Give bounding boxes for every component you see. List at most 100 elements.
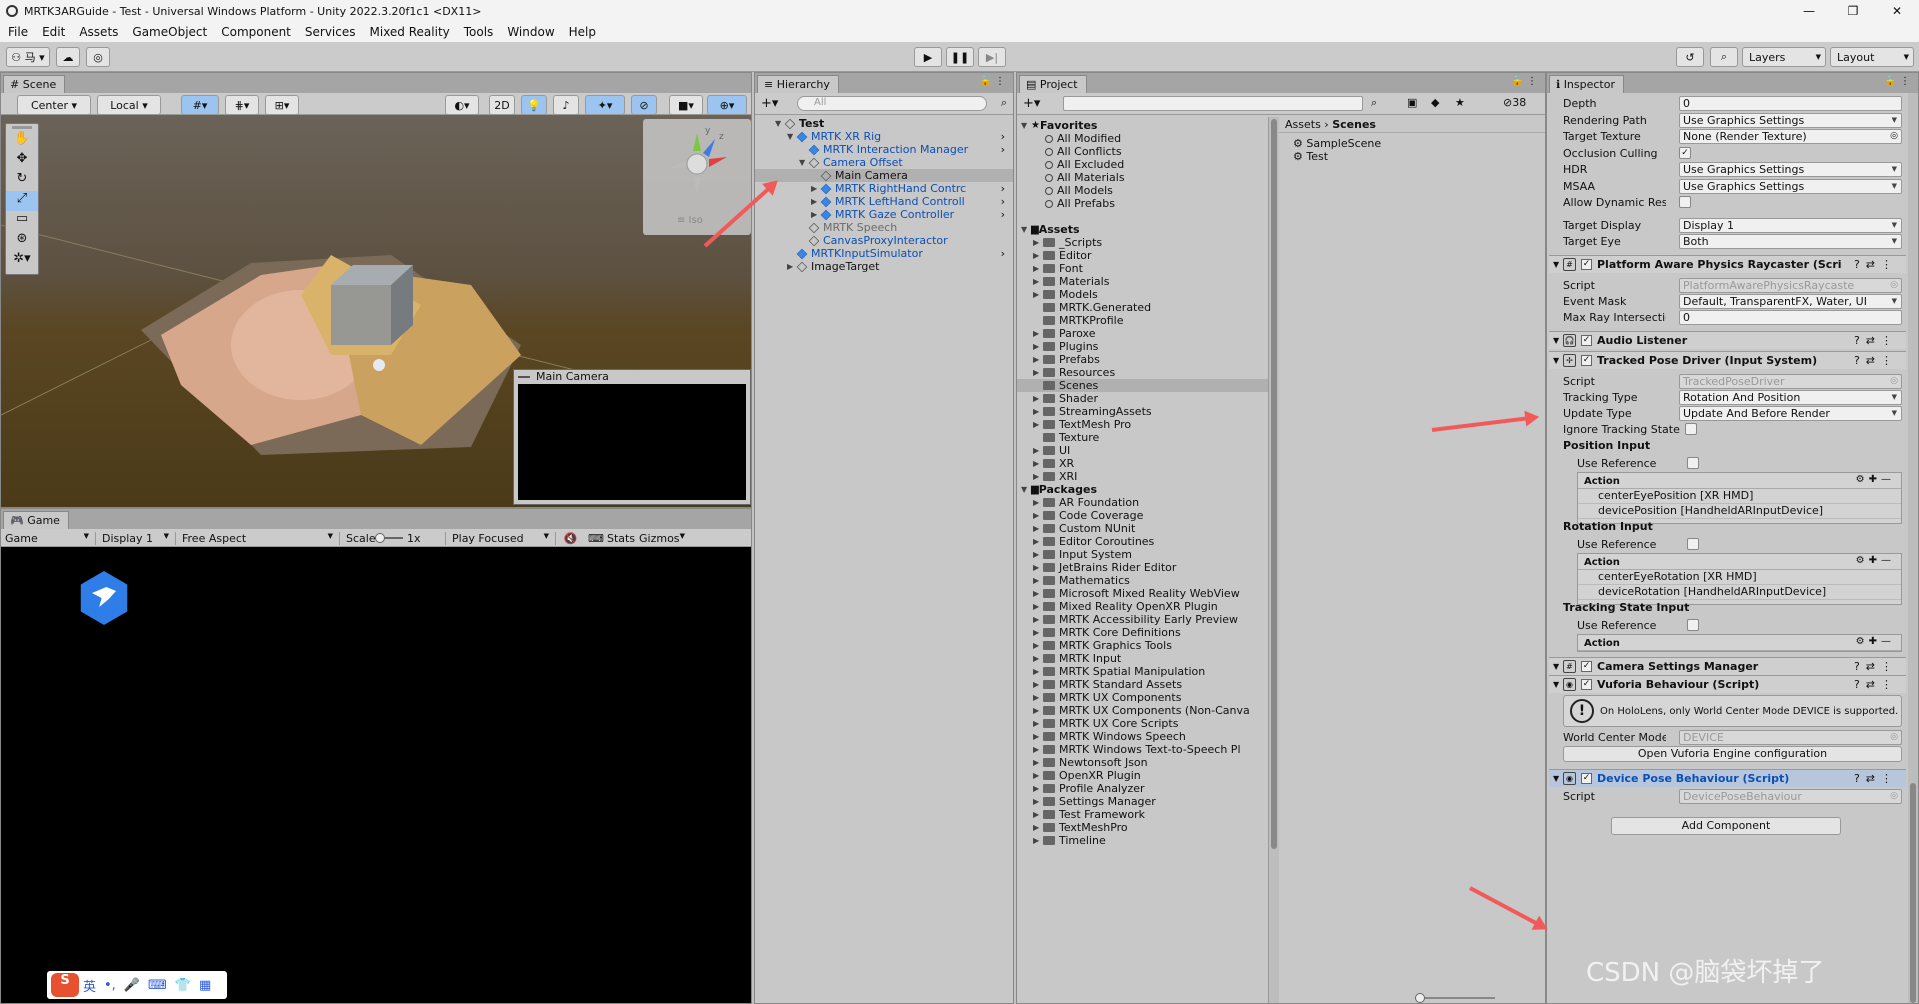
- update-type-dropdown[interactable]: Update And Before Render: [1679, 405, 1902, 421]
- expand-arrow-icon[interactable]: ▶: [1033, 355, 1043, 364]
- expand-arrow-icon[interactable]: ▶: [1033, 394, 1043, 403]
- binding-item[interactable]: devicePosition [HandheldARInputDevice]: [1578, 504, 1901, 519]
- microphone-icon[interactable]: 🎤: [124, 978, 140, 993]
- world-center-mode-field[interactable]: DEVICE ◎: [1679, 729, 1902, 745]
- hierarchy-item[interactable]: MRTK Speech: [755, 221, 1013, 234]
- package-item[interactable]: ▶ MRTK Standard Assets: [1017, 678, 1268, 691]
- scale-tool-icon[interactable]: ⤢: [6, 191, 38, 211]
- icon-size-slider[interactable]: [1415, 993, 1495, 1003]
- menu-window[interactable]: Window: [507, 25, 554, 39]
- favorite-item[interactable]: All Modified: [1017, 132, 1268, 145]
- object-picker-icon[interactable]: ◎: [1890, 280, 1898, 290]
- hierarchy-item[interactable]: ▶ MRTK Gaze Controller ›: [755, 208, 1013, 221]
- folder-item[interactable]: ▶ Paroxe: [1017, 327, 1268, 340]
- package-item[interactable]: ▶ MRTK UX Components: [1017, 691, 1268, 704]
- tracked-pose-driver-enabled-checkbox[interactable]: ✓: [1581, 355, 1592, 366]
- component-menu-icon[interactable]: ?⇄⋮: [1854, 678, 1898, 691]
- folder-item[interactable]: ▶ TextMesh Pro: [1017, 418, 1268, 431]
- tab-game[interactable]: 🎮 Game: [3, 511, 69, 529]
- breadcrumb-assets[interactable]: Assets: [1285, 118, 1321, 131]
- skin-icon[interactable]: 👕: [175, 978, 191, 993]
- expand-arrow-icon[interactable]: ▶: [1033, 810, 1043, 819]
- expand-arrow-icon[interactable]: ▶: [1033, 472, 1043, 481]
- foldout-arrow-icon[interactable]: ▼: [1553, 680, 1559, 689]
- folder-item[interactable]: ▶ XR: [1017, 457, 1268, 470]
- maximize-button[interactable]: ❐: [1831, 0, 1875, 22]
- vuforia-behaviour-enabled-checkbox[interactable]: ✓: [1581, 679, 1592, 690]
- folder-item[interactable]: MRTK.Generated: [1017, 301, 1268, 314]
- expand-arrow-icon[interactable]: ▶: [1033, 615, 1043, 624]
- camera-settings-manager-enabled-checkbox[interactable]: ✓: [1581, 661, 1592, 672]
- foldout-arrow-icon[interactable]: ▼: [1553, 356, 1559, 365]
- pause-button[interactable]: ❚❚: [946, 47, 974, 67]
- folder-item[interactable]: ▶ XRI: [1017, 470, 1268, 483]
- camera-depth-field[interactable]: 0: [1679, 95, 1902, 111]
- move-tool-icon[interactable]: ✥: [6, 151, 38, 171]
- expand-arrow-icon[interactable]: ▶: [1033, 797, 1043, 806]
- lock-icon[interactable]: 🔒 ⋮: [979, 76, 1005, 87]
- menu-services[interactable]: Services: [305, 25, 356, 39]
- history-icon[interactable]: ↺: [1676, 47, 1704, 67]
- package-item[interactable]: ▶ MRTK Core Definitions: [1017, 626, 1268, 639]
- scene-viewport[interactable]: ✋ ✥ ↻ ⤢ ▭ ⊛ ✲▾ y z ≡ Iso Main Camera: [1, 115, 751, 507]
- prefab-open-icon[interactable]: ›: [1001, 247, 1005, 260]
- prefab-open-icon[interactable]: ›: [1001, 143, 1005, 156]
- device-pose-behaviour-enabled-checkbox[interactable]: ✓: [1581, 773, 1592, 784]
- prefab-open-icon[interactable]: ›: [1001, 182, 1005, 195]
- expand-arrow-icon[interactable]: ▶: [1033, 537, 1043, 546]
- inspector-scrollbar[interactable]: [1908, 93, 1918, 1003]
- package-item[interactable]: ▶ Mathematics: [1017, 574, 1268, 587]
- ime-toolbar[interactable]: S 英 •, 🎤 ⌨ 👕 ▦: [47, 971, 227, 999]
- tracking-type-dropdown[interactable]: Rotation And Position: [1679, 389, 1902, 405]
- layers-dropdown[interactable]: Layers ▼: [1742, 47, 1826, 67]
- expand-arrow-icon[interactable]: ▶: [1033, 641, 1043, 650]
- expand-arrow-icon[interactable]: ▶: [1033, 706, 1043, 715]
- audio-listener-enabled-checkbox[interactable]: ✓: [1581, 335, 1592, 346]
- snap-increment-icon[interactable]: ⋕▾: [225, 95, 259, 115]
- foldout-arrow-icon[interactable]: ▼: [1553, 774, 1559, 783]
- collab-icon[interactable]: ◎: [86, 47, 110, 67]
- package-item[interactable]: ▶ MRTK UX Components (Non-Canva: [1017, 704, 1268, 717]
- expand-arrow-icon[interactable]: ▶: [1033, 277, 1043, 286]
- expand-arrow-icon[interactable]: ▶: [1033, 745, 1043, 754]
- expand-arrow-icon[interactable]: ▶: [1033, 576, 1043, 585]
- lock-icon[interactable]: 🔒 ⋮: [1884, 76, 1910, 87]
- custom-tool-icon[interactable]: ✲▾: [6, 251, 38, 271]
- prefab-open-icon[interactable]: ›: [1001, 208, 1005, 221]
- folder-item[interactable]: ▶ Resources: [1017, 366, 1268, 379]
- prefab-open-icon[interactable]: ›: [1001, 195, 1005, 208]
- grid-snap-icon[interactable]: #▾: [181, 95, 219, 115]
- hierarchy-item[interactable]: ▶ MRTK RightHand Contrc ›: [755, 182, 1013, 195]
- aspect-dropdown[interactable]: Free Aspect ▼: [175, 531, 339, 545]
- display-dropdown[interactable]: Display 1 ▼: [95, 531, 175, 545]
- gizmos-dropdown[interactable]: Gizmos ▼: [639, 532, 687, 545]
- event-mask-dropdown[interactable]: Default, TransparentFX, Water, UI: [1679, 293, 1902, 309]
- hierarchy-item[interactable]: Main Camera: [755, 169, 1013, 182]
- favorites-header[interactable]: ▼ ★ Favorites: [1017, 119, 1268, 132]
- camera-target-texture-field[interactable]: None (Render Texture) ◎: [1679, 128, 1902, 144]
- expand-arrow-icon[interactable]: ▼: [1021, 225, 1031, 234]
- play-button[interactable]: ▶: [914, 47, 942, 67]
- foldout-arrow-icon[interactable]: ▼: [1553, 662, 1559, 671]
- package-item[interactable]: ▶ JetBrains Rider Editor: [1017, 561, 1268, 574]
- folder-item[interactable]: ▶ Editor: [1017, 249, 1268, 262]
- package-item[interactable]: ▶ AR Foundation: [1017, 496, 1268, 509]
- object-picker-icon[interactable]: ◎: [1890, 791, 1898, 801]
- package-item[interactable]: ▶ Mixed Reality OpenXR Plugin: [1017, 600, 1268, 613]
- packages-header[interactable]: ▼ ▆ Packages: [1017, 483, 1268, 496]
- menu-assets[interactable]: Assets: [79, 25, 118, 39]
- expand-arrow-icon[interactable]: ▶: [1033, 602, 1043, 611]
- component-menu-icon[interactable]: ?⇄⋮: [1854, 334, 1898, 347]
- binding-item[interactable]: deviceRotation [HandheldARInputDevice]: [1578, 585, 1901, 600]
- expand-arrow-icon[interactable]: ▶: [1033, 589, 1043, 598]
- ime-language[interactable]: 英: [83, 976, 96, 995]
- package-item[interactable]: ▶ Microsoft Mixed Reality WebView: [1017, 587, 1268, 600]
- hierarchy-search-input[interactable]: All: [797, 96, 987, 111]
- expand-arrow-icon[interactable]: ▶: [1033, 784, 1043, 793]
- package-item[interactable]: ▶ MRTK Input: [1017, 652, 1268, 665]
- search-icon[interactable]: ⌕: [1710, 47, 1738, 67]
- folder-item[interactable]: ▶ Materials: [1017, 275, 1268, 288]
- menu-help[interactable]: Help: [569, 25, 596, 39]
- foldout-arrow-icon[interactable]: ▼: [1553, 336, 1559, 345]
- rotate-tool-icon[interactable]: ↻: [6, 171, 38, 191]
